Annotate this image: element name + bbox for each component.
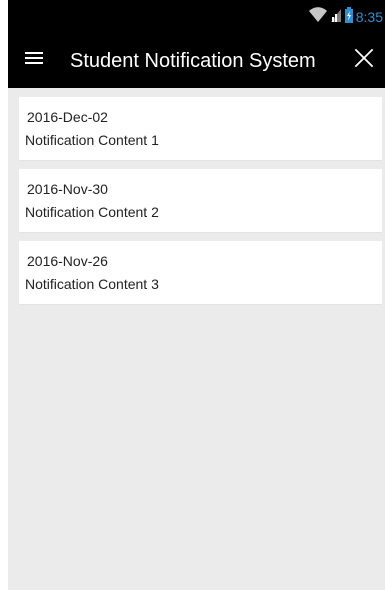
status-icons: 8:35 bbox=[308, 6, 383, 29]
status-time: 8:35 bbox=[355, 9, 383, 25]
battery-charging-icon bbox=[344, 6, 354, 29]
notification-list: 2016-Dec-02 Notification Content 1 2016-… bbox=[8, 88, 385, 590]
notification-card[interactable]: 2016-Nov-26 Notification Content 3 bbox=[19, 241, 382, 304]
app-bar: Student Notification System bbox=[8, 32, 385, 88]
notification-card[interactable]: 2016-Nov-30 Notification Content 2 bbox=[19, 169, 382, 232]
screen-frame: 8:35 Student Notification System 2016-De… bbox=[0, 0, 385, 590]
close-button[interactable] bbox=[346, 42, 382, 78]
notification-content: Notification Content 1 bbox=[25, 132, 159, 148]
status-bar: 8:35 bbox=[8, 0, 385, 32]
menu-button[interactable] bbox=[16, 42, 52, 78]
notification-date: 2016-Nov-26 bbox=[27, 253, 108, 269]
signal-icon bbox=[330, 6, 342, 29]
notification-content: Notification Content 3 bbox=[25, 276, 159, 292]
page-title: Student Notification System bbox=[70, 50, 316, 72]
notification-date: 2016-Dec-02 bbox=[27, 109, 108, 125]
wifi-icon bbox=[308, 6, 328, 29]
notification-content: Notification Content 2 bbox=[25, 204, 159, 220]
left-margin bbox=[0, 0, 8, 590]
phone-screen: 8:35 Student Notification System 2016-De… bbox=[8, 0, 385, 590]
menu-icon bbox=[24, 50, 44, 71]
notification-card[interactable]: 2016-Dec-02 Notification Content 1 bbox=[19, 97, 382, 160]
notification-date: 2016-Nov-30 bbox=[27, 181, 108, 197]
close-icon bbox=[353, 47, 375, 74]
